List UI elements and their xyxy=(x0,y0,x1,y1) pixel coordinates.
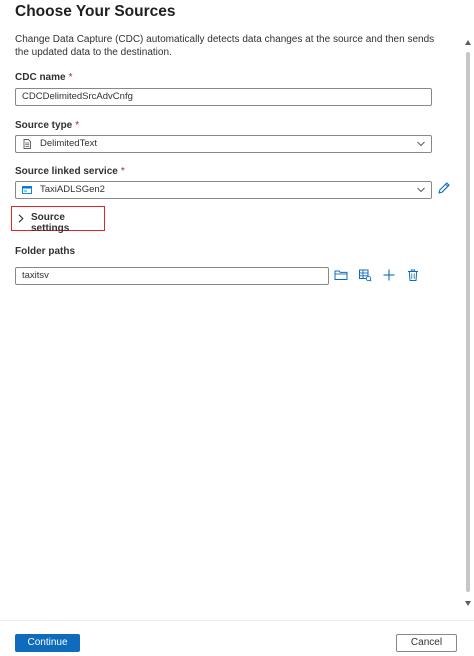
cdc-name-input[interactable]: CDCDelimitedSrcAdvCnfg xyxy=(15,88,432,106)
scroll-down-arrow-icon[interactable] xyxy=(465,601,471,606)
footer-divider xyxy=(0,620,474,621)
folder-paths-label: Folder paths xyxy=(15,246,76,257)
cdc-name-label: CDC name * xyxy=(15,72,73,83)
pencil-icon[interactable] xyxy=(437,181,451,195)
page-title: Choose Your Sources xyxy=(15,3,176,20)
folder-path-input[interactable]: taxitsv xyxy=(15,267,329,285)
scroll-up-arrow-icon[interactable] xyxy=(465,40,471,45)
continue-button[interactable]: Continue xyxy=(15,634,80,652)
source-type-value: DelimitedText xyxy=(40,138,98,149)
scrollbar-thumb[interactable] xyxy=(466,52,470,592)
required-marker: * xyxy=(75,120,80,131)
chevron-down-icon xyxy=(417,187,425,193)
linked-service-value: TaxiADLSGen2 xyxy=(40,184,105,195)
page-description: Change Data Capture (CDC) automatically … xyxy=(15,34,435,58)
vertical-scrollbar[interactable] xyxy=(462,0,474,618)
source-settings-toggle[interactable]: Source settings xyxy=(11,206,105,234)
chevron-down-icon xyxy=(417,141,425,147)
adls-gen2-icon xyxy=(22,186,32,194)
trash-icon[interactable] xyxy=(406,268,420,282)
grid-preview-icon[interactable] xyxy=(358,268,372,282)
delimited-text-file-icon xyxy=(23,139,31,149)
linked-service-label: Source linked service * xyxy=(15,166,125,177)
plus-icon[interactable] xyxy=(382,268,396,282)
required-marker: * xyxy=(68,72,73,83)
source-settings-label: Source settings xyxy=(31,212,70,234)
source-type-label: Source type * xyxy=(15,120,80,131)
chevron-right-icon xyxy=(18,214,24,223)
linked-service-select[interactable]: TaxiADLSGen2 xyxy=(15,181,432,199)
required-marker: * xyxy=(120,166,125,177)
source-type-select[interactable]: DelimitedText xyxy=(15,135,432,153)
cancel-button[interactable]: Cancel xyxy=(396,634,457,652)
folder-icon[interactable] xyxy=(334,268,348,282)
